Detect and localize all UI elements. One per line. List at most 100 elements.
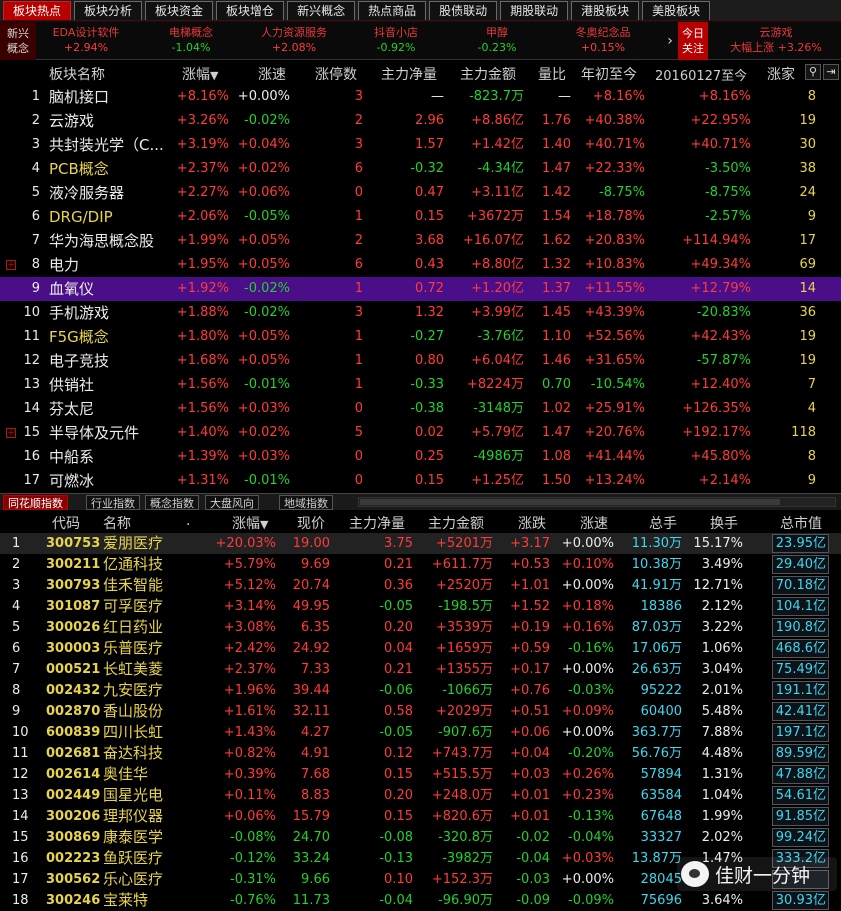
stock-row[interactable]: 14 300206 理邦仪器 +0.06% 15.79 0.15 +820.6万 +0.01 -… bbox=[0, 806, 841, 827]
stock-row[interactable]: 5 300026 红日药业 +3.08% 6.35 0.20 +3539万 +0.19 +0.1… bbox=[0, 617, 841, 638]
sector-name[interactable]: 云游戏 bbox=[49, 109, 94, 133]
stock-row[interactable]: 8 002432 九安医疗 +1.96% 39.44 -0.06 -1066万 +0.76 -0… bbox=[0, 680, 841, 701]
ticker-item[interactable]: 甲醇 -0.23% bbox=[447, 25, 547, 55]
stock-name[interactable]: 九安医疗 bbox=[103, 680, 163, 701]
stock-name[interactable]: 香山股份 bbox=[103, 701, 163, 722]
stock-code[interactable]: 002223 bbox=[46, 848, 100, 869]
col-header-since-date[interactable]: 20160127至今 bbox=[655, 65, 747, 84]
col-header-price[interactable]: 现价 bbox=[297, 513, 325, 533]
export-icon[interactable]: ⇥ bbox=[823, 64, 839, 80]
col-header-main-amount[interactable]: 主力金额 bbox=[428, 513, 484, 533]
stock-row[interactable]: 4 301087 可孚医疗 +3.14% 49.95 -0.05 -198.5万 +1.52 +… bbox=[0, 596, 841, 617]
sector-name[interactable]: 芬太尼 bbox=[49, 397, 94, 421]
col-header-change-amount[interactable]: 涨跌 bbox=[518, 513, 546, 533]
stock-code[interactable]: 300753 bbox=[46, 533, 100, 554]
stock-row[interactable]: 6 300003 乐普医疗 +2.42% 24.92 0.04 +1659万 +0.59 -0.… bbox=[0, 638, 841, 659]
col-header-speed[interactable]: 涨速 bbox=[258, 64, 286, 84]
tab-8[interactable]: 港股板块 bbox=[571, 1, 640, 20]
stock-name[interactable]: 红日药业 bbox=[103, 617, 163, 638]
sector-name[interactable]: 液冷服务器 bbox=[49, 181, 124, 205]
subtab-0[interactable]: 同花顺指数 bbox=[3, 495, 68, 510]
col-header-market-cap[interactable]: 总市值 bbox=[780, 513, 822, 533]
sector-row[interactable]: 7 华为海思概念股 +1.99% +0.05% 2 3.68 +16.07亿 1.62 +20.… bbox=[0, 229, 841, 253]
stock-code[interactable]: 300793 bbox=[46, 575, 100, 596]
stock-name[interactable]: 奋达科技 bbox=[103, 743, 163, 764]
emerging-concept-label[interactable]: 新兴 概念 bbox=[0, 22, 36, 60]
stock-row[interactable]: 12 002614 奥佳华 +0.39% 7.68 0.15 +515.5万 +0.03 +0.… bbox=[0, 764, 841, 785]
stock-code[interactable]: 300869 bbox=[46, 827, 100, 848]
focus-item[interactable]: 云游戏 大幅上涨 +3.26% bbox=[712, 25, 840, 55]
col-header-change[interactable]: 涨幅▼ bbox=[232, 513, 268, 533]
expand-plus-icon[interactable]: + bbox=[6, 428, 16, 438]
tab-5[interactable]: 热点商品 bbox=[358, 1, 427, 20]
stock-row[interactable]: 15 300869 康泰医学 -0.08% 24.70 -0.08 -320.8万 -0.02… bbox=[0, 827, 841, 848]
col-header-change[interactable]: 涨幅▼ bbox=[182, 64, 218, 84]
stock-row[interactable]: 3 300793 佳禾智能 +5.12% 20.74 0.36 +2520万 +1.01 +0.… bbox=[0, 575, 841, 596]
stock-code[interactable]: 301087 bbox=[46, 596, 100, 617]
sector-name[interactable]: 共封装光学（C... bbox=[49, 133, 164, 157]
stock-code[interactable]: 002432 bbox=[46, 680, 100, 701]
col-header-ytd[interactable]: 年初至今 bbox=[581, 64, 637, 84]
tab-7[interactable]: 期股联动 bbox=[500, 1, 569, 20]
sector-row[interactable]: 4 PCB概念 +2.37% +0.02% 6 -0.32 -4.34亿 1.47 +22.33… bbox=[0, 157, 841, 181]
subtab-3[interactable]: 大盘风向 bbox=[205, 495, 259, 510]
ticker-item[interactable]: 电梯概念 -1.04% bbox=[141, 25, 241, 55]
sector-row[interactable]: 2 云游戏 +3.26% -0.02% 2 2.96 +8.86亿 1.76 +40.38% +2… bbox=[0, 109, 841, 133]
col-header-volume-ratio[interactable]: 量比 bbox=[538, 64, 566, 84]
sector-name[interactable]: F5G概念 bbox=[49, 325, 109, 349]
stock-code[interactable]: 300026 bbox=[46, 617, 100, 638]
stock-name[interactable]: 鱼跃医疗 bbox=[103, 848, 163, 869]
sector-row[interactable]: 13 供销社 +1.56% -0.01% 1 -0.33 +8224万 0.70 -10.54%… bbox=[0, 373, 841, 397]
stock-row[interactable]: 1 300753 爱朋医疗 +20.03% 19.00 3.75 +5201万 +3.17 +0… bbox=[0, 533, 841, 554]
subtab-4[interactable]: 地域指数 bbox=[279, 495, 333, 510]
sector-name[interactable]: 脑机接口 bbox=[49, 85, 109, 109]
stock-row[interactable]: 11 002681 奋达科技 +0.82% 4.91 0.12 +743.7万 +0.04 -0… bbox=[0, 743, 841, 764]
stock-row[interactable]: 18 300246 宝莱特 -0.76% 11.73 -0.04 -96.90万 -0.09 -… bbox=[0, 890, 841, 911]
col-header-main-net[interactable]: 主力净量 bbox=[381, 64, 437, 84]
horizontal-scrollbar[interactable] bbox=[358, 497, 836, 507]
sector-name[interactable]: 供销社 bbox=[49, 373, 94, 397]
col-header-total-volume[interactable]: 总手 bbox=[649, 513, 677, 533]
chevron-right-icon[interactable]: › bbox=[664, 22, 676, 60]
search-icon[interactable]: ⚲ bbox=[805, 64, 821, 80]
stock-name[interactable]: 奥佳华 bbox=[103, 764, 148, 785]
tab-2[interactable]: 板块资金 bbox=[145, 1, 214, 20]
stock-name[interactable]: 理邦仪器 bbox=[103, 806, 163, 827]
col-header-turnover[interactable]: 换手 bbox=[710, 513, 738, 533]
stock-row[interactable]: 2 300211 亿通科技 +5.79% 9.69 0.21 +611.7万 +0.53 +0.… bbox=[0, 554, 841, 575]
stock-name[interactable]: 四川长虹 bbox=[103, 722, 163, 743]
tab-3[interactable]: 板块增仓 bbox=[216, 1, 285, 20]
sector-name[interactable]: 血氧仪 bbox=[49, 277, 94, 301]
sector-row[interactable]: 6 DRG/DIP +2.06% -0.05% 1 0.15 +3672万 1.54 +18.7… bbox=[0, 205, 841, 229]
tab-0[interactable]: 板块热点 bbox=[3, 1, 72, 20]
sector-row[interactable]: 17 可燃冰 +1.31% -0.01% 0 0.15 +1.25亿 1.50 +13.24% +… bbox=[0, 469, 841, 493]
ticker-item[interactable]: EDA设计软件 +2.94% bbox=[36, 25, 136, 55]
stock-row[interactable]: 10 600839 四川长虹 +1.43% 4.27 -0.05 -907.6万 +0.06 +… bbox=[0, 722, 841, 743]
scrollbar-thumb[interactable] bbox=[360, 499, 780, 505]
stock-name[interactable]: 乐心医疗 bbox=[103, 869, 163, 890]
stock-code[interactable]: 300206 bbox=[46, 806, 100, 827]
stock-name[interactable]: 国星光电 bbox=[103, 785, 163, 806]
stock-name[interactable]: 乐普医疗 bbox=[103, 638, 163, 659]
stock-name[interactable]: 宝莱特 bbox=[103, 890, 148, 911]
sector-row[interactable]: 12 电子竞技 +1.68% +0.05% 1 0.80 +6.04亿 1.46 +31.65%… bbox=[0, 349, 841, 373]
ticker-item[interactable]: 冬奥纪念品 +0.15% bbox=[553, 25, 653, 55]
sector-row[interactable]: 11 F5G概念 +1.80% +0.05% 1 -0.27 -3.76亿 1.10 +52.5… bbox=[0, 325, 841, 349]
stock-row[interactable]: 9 002870 香山股份 +1.61% 32.11 0.58 +2029万 +0.51 +0.… bbox=[0, 701, 841, 722]
sector-name[interactable]: 华为海思概念股 bbox=[49, 229, 154, 253]
stock-name[interactable]: 爱朋医疗 bbox=[103, 533, 163, 554]
ticker-item[interactable]: 抖音小店 -0.92% bbox=[346, 25, 446, 55]
stock-code[interactable]: 600839 bbox=[46, 722, 100, 743]
stock-row[interactable]: 13 002449 国星光电 +0.11% 8.83 0.20 +248.0万 +0.01 +0… bbox=[0, 785, 841, 806]
sector-name[interactable]: 中船系 bbox=[49, 445, 94, 469]
sector-row[interactable]: 9 血氧仪 +1.92% -0.02% 1 0.72 +1.20亿 1.37 +11.55% +1… bbox=[0, 277, 841, 301]
col-header-main-amount[interactable]: 主力金额 bbox=[460, 64, 516, 84]
col-header-speed[interactable]: 涨速 bbox=[580, 513, 608, 533]
col-header-risers[interactable]: 涨家 bbox=[767, 64, 795, 84]
sector-row[interactable]: 10 手机游戏 +1.88% -0.02% 3 1.32 +3.99亿 1.45 +43.39%… bbox=[0, 301, 841, 325]
expand-plus-icon[interactable]: + bbox=[6, 260, 16, 270]
stock-code[interactable]: 002681 bbox=[46, 743, 100, 764]
col-header-limit-up[interactable]: 涨停数 bbox=[315, 64, 357, 84]
stock-row[interactable]: 7 000521 长虹美菱 +2.37% 7.33 0.21 +1355万 +0.17 +0.0… bbox=[0, 659, 841, 680]
col-header-main-net[interactable]: 主力净量 bbox=[349, 513, 405, 533]
